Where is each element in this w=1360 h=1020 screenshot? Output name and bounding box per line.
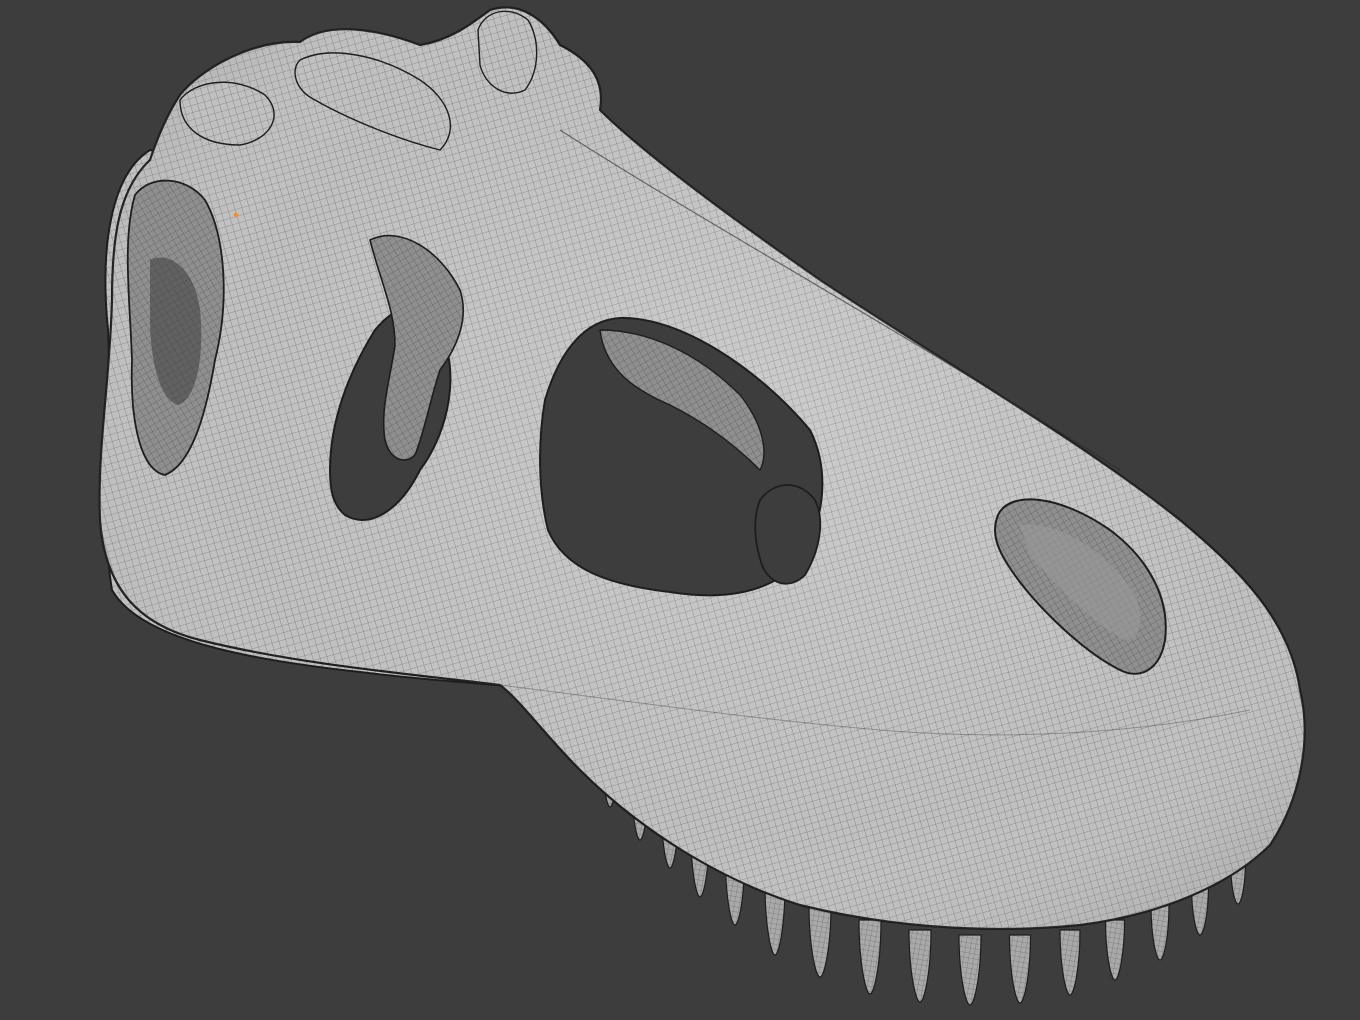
tooth (808, 904, 832, 978)
3d-viewport[interactable] (0, 0, 1360, 1020)
selected-vertex[interactable] (233, 212, 239, 218)
tooth (1150, 904, 1170, 961)
tooth (1008, 934, 1032, 1004)
tooth (958, 934, 982, 1006)
tooth (1104, 919, 1126, 981)
skull-mesh-render[interactable] (0, 0, 1360, 1020)
tooth (1059, 929, 1081, 996)
tooth (858, 919, 882, 995)
tooth (908, 929, 932, 1003)
